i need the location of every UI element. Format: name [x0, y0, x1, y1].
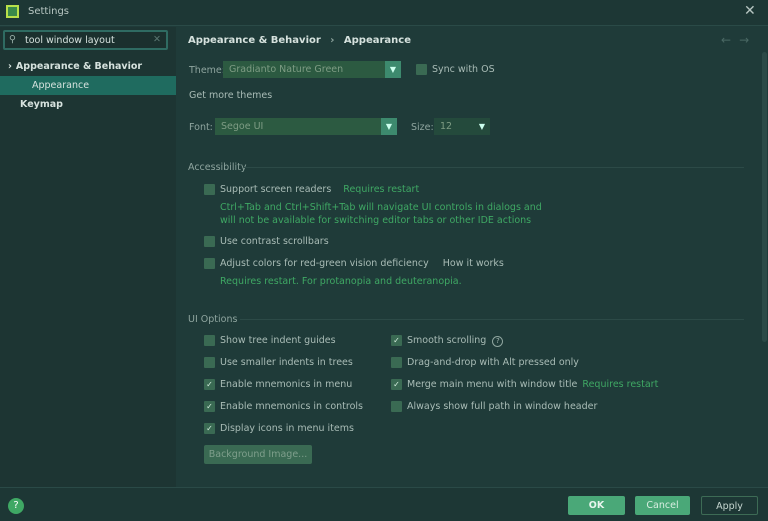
sidebar-item-appearance-behavior[interactable]: › Appearance & Behavior — [0, 57, 176, 76]
sidebar-item-appearance[interactable]: Appearance — [0, 76, 176, 95]
close-icon[interactable]: ✕ — [744, 3, 756, 19]
theme-label: Theme: — [189, 65, 225, 76]
checkbox-label: Drag-and-drop with Alt pressed only — [407, 357, 579, 368]
search-icon: ⚲ — [9, 34, 16, 45]
font-value: Segoe UI — [221, 121, 264, 132]
divider — [240, 319, 744, 320]
sync-label: Sync with OS — [432, 64, 495, 75]
breadcrumb-current: Appearance — [343, 35, 412, 46]
color-deficiency-note: Requires restart. For protanopia and deu… — [220, 276, 462, 287]
background-image-button[interactable]: Background Image... — [204, 445, 312, 464]
checkbox-label: Show tree indent guides — [220, 335, 336, 346]
chevron-down-icon: ▼ — [474, 118, 490, 135]
title-bar — [0, 0, 768, 26]
cancel-button[interactable]: Cancel — [635, 496, 690, 515]
restart-note: Requires restart — [343, 184, 420, 195]
theme-value: Gradianto Nature Green — [229, 64, 344, 75]
scrollbar[interactable] — [762, 52, 767, 342]
smooth-scrolling-checkbox[interactable]: ✓ Smooth scrolling? — [391, 335, 504, 347]
font-select[interactable]: Segoe UI ▼ — [215, 118, 397, 135]
checkbox-label: Use smaller indents in trees — [220, 357, 353, 368]
nav-arrows: ←→ — [721, 33, 757, 47]
chevron-down-icon: ▼ — [385, 61, 401, 78]
size-select[interactable]: 12 ▼ — [434, 118, 490, 135]
tree-indent-guides-checkbox[interactable]: Show tree indent guides — [204, 335, 336, 346]
forward-icon[interactable]: → — [739, 33, 757, 47]
size-label: Size: — [411, 122, 434, 133]
sync-os-checkbox[interactable]: Sync with OS — [416, 64, 495, 75]
restart-note: Requires restart — [582, 379, 659, 390]
checkbox-icon — [204, 357, 215, 368]
drag-drop-alt-checkbox[interactable]: Drag-and-drop with Alt pressed only — [391, 357, 579, 368]
mnemonics-controls-checkbox[interactable]: ✓ Enable mnemonics in controls — [204, 401, 363, 412]
checkbox-icon — [391, 357, 402, 368]
color-deficiency-checkbox[interactable]: Adjust colors for red-green vision defic… — [204, 258, 504, 269]
merge-main-menu-checkbox[interactable]: ✓ Merge main menu with window title Requir… — [391, 379, 658, 390]
font-label: Font: — [189, 122, 213, 133]
checkbox-label: Adjust colors for red-green vision defic… — [220, 258, 429, 269]
checkbox-label: Display icons in menu items — [220, 423, 354, 434]
checkmark-icon: ✓ — [204, 379, 215, 390]
screen-readers-checkbox[interactable]: Support screen readers Requires restart — [204, 184, 419, 195]
how-it-works-link[interactable]: How it works — [443, 258, 504, 269]
checkbox-label: Support screen readers — [220, 184, 332, 195]
breadcrumb-separator: › — [330, 35, 335, 46]
get-more-themes-link[interactable]: Get more themes — [189, 90, 272, 101]
back-icon[interactable]: ← — [721, 33, 739, 47]
mnemonics-menu-checkbox[interactable]: ✓ Enable mnemonics in menu — [204, 379, 352, 390]
checkmark-icon: ✓ — [204, 423, 215, 434]
screen-readers-desc-1: Ctrl+Tab and Ctrl+Shift+Tab will navigat… — [220, 202, 542, 213]
search-input[interactable]: ⚲ tool window layout ✕ — [3, 30, 168, 50]
screen-readers-desc-2: will not be available for switching edit… — [220, 215, 532, 226]
size-value: 12 — [440, 121, 453, 132]
checkmark-icon: ✓ — [391, 379, 402, 390]
checkbox-icon — [204, 236, 215, 247]
checkmark-icon: ✓ — [204, 401, 215, 412]
sidebar-item-keymap[interactable]: Keymap — [0, 95, 176, 114]
checkbox-label: Use contrast scrollbars — [220, 236, 329, 247]
checkmark-icon: ✓ — [391, 335, 402, 346]
contrast-scrollbars-checkbox[interactable]: Use contrast scrollbars — [204, 236, 329, 247]
chevron-down-icon: › — [8, 61, 12, 72]
chevron-down-icon: ▼ — [381, 118, 397, 135]
checkbox-icon — [391, 401, 402, 412]
breadcrumb: Appearance & Behavior › Appearance — [188, 35, 411, 46]
menu-icons-checkbox[interactable]: ✓ Display icons in menu items — [204, 423, 354, 434]
sidebar-item-label: Appearance & Behavior — [15, 61, 143, 72]
smaller-indents-checkbox[interactable]: Use smaller indents in trees — [204, 357, 353, 368]
checkbox-label: Smooth scrolling — [407, 335, 487, 346]
window-title: Settings — [28, 6, 70, 17]
checkbox-icon — [204, 335, 215, 346]
checkbox-label: Always show full path in window header — [407, 401, 598, 412]
accessibility-heading: Accessibility — [188, 162, 247, 173]
search-value[interactable]: tool window layout — [25, 35, 115, 46]
theme-select[interactable]: Gradianto Nature Green ▼ — [223, 61, 401, 78]
breadcrumb-parent[interactable]: Appearance & Behavior — [188, 35, 321, 46]
ok-button[interactable]: OK — [568, 496, 625, 515]
checkbox-icon — [416, 64, 427, 75]
full-path-checkbox[interactable]: Always show full path in window header — [391, 401, 597, 412]
clear-icon[interactable]: ✕ — [153, 34, 161, 45]
divider — [244, 167, 744, 168]
checkbox-icon — [204, 258, 215, 269]
checkbox-label: Merge main menu with window title — [407, 379, 578, 390]
checkbox-icon — [204, 184, 215, 195]
ui-options-heading: UI Options — [188, 314, 238, 325]
checkbox-label: Enable mnemonics in controls — [220, 401, 363, 412]
apply-button[interactable]: Apply — [701, 496, 758, 515]
app-logo-icon — [6, 5, 19, 18]
help-icon[interactable]: ? — [492, 336, 504, 347]
checkbox-label: Enable mnemonics in menu — [220, 379, 353, 390]
help-icon[interactable]: ? — [8, 498, 24, 514]
